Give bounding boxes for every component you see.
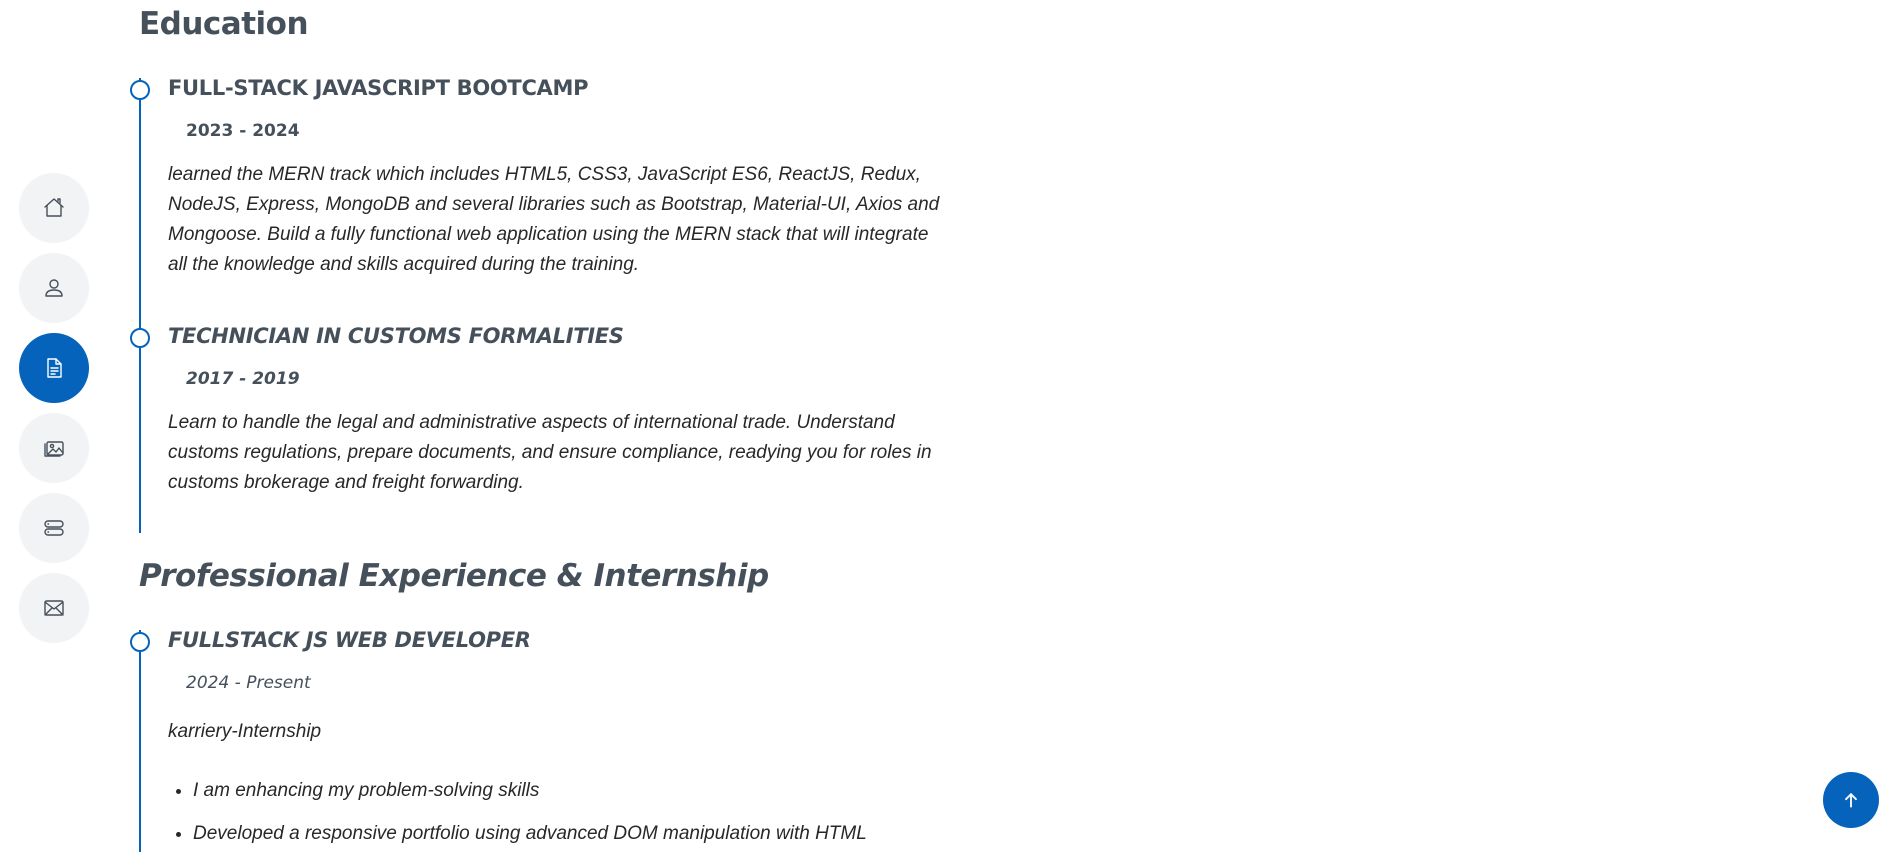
experience-item-company: karriery-Internship xyxy=(168,722,959,741)
education-item-description: learned the MERN track which includes HT… xyxy=(168,160,948,280)
experience-timeline: FULLSTACK JS WEB DEVELOPER 2024 - Presen… xyxy=(139,630,959,852)
experience-heading: Professional Experience & Internship xyxy=(139,558,769,594)
education-item-description: Learn to handle the legal and administra… xyxy=(168,408,948,498)
education-item: TECHNICIAN IN CUSTOMS FORMALITIES 2017 -… xyxy=(168,326,959,498)
list-item: I am enhancing my problem-solving skills xyxy=(193,769,959,812)
arrow-up-icon xyxy=(1841,790,1861,810)
education-item-date: 2023 - 2024 xyxy=(186,123,959,140)
experience-item-bullets: I am enhancing my problem-solving skills… xyxy=(168,769,959,855)
list-item: Developed a responsive portfolio using a… xyxy=(193,812,959,855)
experience-item-title: FULLSTACK JS WEB DEVELOPER xyxy=(168,630,959,651)
education-item: FULL-STACK JAVASCRIPT BOOTCAMP 2023 - 20… xyxy=(168,78,959,280)
nav-services-button[interactable] xyxy=(19,493,89,563)
education-item-title: TECHNICIAN IN CUSTOMS FORMALITIES xyxy=(168,326,959,347)
nav-resume-button[interactable] xyxy=(19,333,89,403)
server-icon xyxy=(42,516,66,540)
experience-item-date: 2024 - Present xyxy=(186,675,959,692)
education-heading: Education xyxy=(139,6,308,42)
nav-contact-button[interactable] xyxy=(19,573,89,643)
education-timeline: FULL-STACK JAVASCRIPT BOOTCAMP 2023 - 20… xyxy=(139,78,959,533)
envelope-icon xyxy=(42,596,66,620)
side-nav xyxy=(19,173,89,653)
nav-home-button[interactable] xyxy=(19,173,89,243)
home-icon xyxy=(42,196,66,220)
images-icon xyxy=(42,436,66,460)
education-item-date: 2017 - 2019 xyxy=(186,371,959,388)
nav-portfolio-button[interactable] xyxy=(19,413,89,483)
back-to-top-button[interactable] xyxy=(1823,772,1879,828)
person-icon xyxy=(42,276,66,300)
file-text-icon xyxy=(42,356,66,380)
nav-about-button[interactable] xyxy=(19,253,89,323)
education-item-title: FULL-STACK JAVASCRIPT BOOTCAMP xyxy=(168,78,959,99)
experience-item: FULLSTACK JS WEB DEVELOPER 2024 - Presen… xyxy=(168,630,959,855)
